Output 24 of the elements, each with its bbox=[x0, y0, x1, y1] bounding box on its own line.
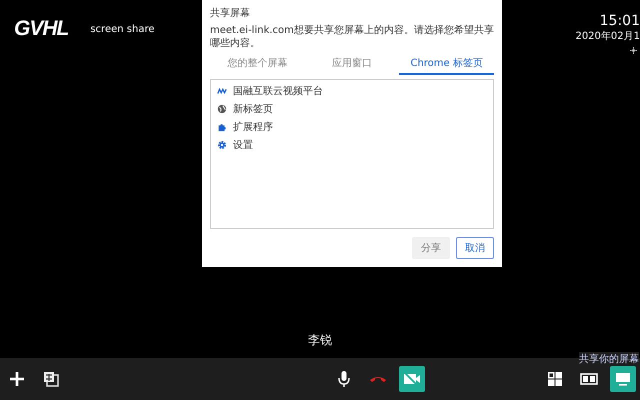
dialog-description: meet.ei-link.com想要共享您屏幕上的内容。请选择您希望共享哪些内容。 bbox=[210, 24, 494, 50]
page-title: screen share bbox=[90, 24, 154, 34]
logo-icon bbox=[217, 86, 227, 96]
clock-time: 15:01 bbox=[600, 13, 640, 29]
phone-icon bbox=[370, 376, 386, 382]
grid-icon bbox=[545, 369, 565, 389]
gear-icon bbox=[217, 140, 227, 150]
list-item[interactable]: 扩展程序 bbox=[217, 120, 487, 134]
list-item[interactable]: 设置 bbox=[217, 138, 487, 152]
logo: GVHL bbox=[14, 17, 68, 41]
plus-icon bbox=[7, 369, 27, 389]
camera-off-button[interactable] bbox=[399, 366, 425, 392]
puzzle-icon bbox=[217, 122, 227, 132]
copy-icon bbox=[41, 369, 61, 389]
tooltip: 共享你的屏幕 bbox=[579, 352, 639, 366]
sun-icon bbox=[630, 47, 637, 54]
globe-icon bbox=[217, 104, 227, 114]
dialog-title: 共享屏幕 bbox=[210, 6, 251, 20]
share-screen-button[interactable] bbox=[610, 366, 636, 392]
cancel-button[interactable]: 取消 bbox=[456, 237, 494, 259]
list-item[interactable]: 国融互联云视频平台 bbox=[217, 84, 487, 98]
list-item[interactable]: 新标签页 bbox=[217, 102, 487, 116]
participant-name: 李锐 bbox=[308, 332, 332, 348]
clock-date: 2020年02月1 bbox=[575, 30, 640, 43]
